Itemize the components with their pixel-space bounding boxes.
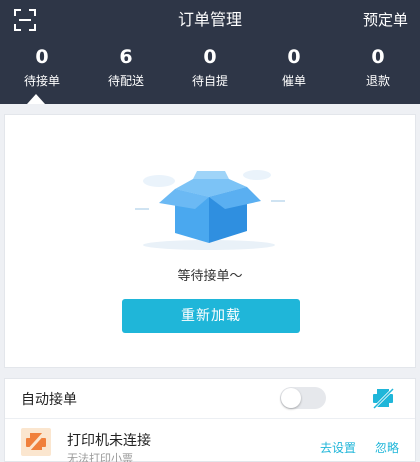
printer-status-title: 打印机未连接 [67, 433, 151, 449]
tab-label: 待接单 [23, 74, 60, 88]
printer-warning-icon [21, 428, 51, 456]
tab-label: 退款 [365, 74, 390, 88]
toggle-knob [281, 388, 301, 408]
tab-pending-pickup[interactable]: 0 待自提 [168, 44, 252, 94]
empty-orders-card: 等待接单～ 重新加载 [4, 114, 416, 368]
printer-status-subtitle: 无法打印小票 [67, 452, 133, 462]
printer-status-row: 打印机未连接 无法打印小票 去设置 忽略 [5, 420, 415, 462]
tab-label: 待自提 [191, 74, 228, 88]
ignore-link[interactable]: 忽略 [375, 439, 399, 456]
tab-count: 0 [35, 46, 49, 68]
page-title: 订单管理 [177, 10, 242, 29]
auto-accept-label: 自动接单 [21, 392, 77, 408]
printer-disconnected-icon[interactable] [372, 387, 394, 409]
tab-count: 0 [287, 46, 301, 68]
tab-refunds[interactable]: 0 退款 [336, 44, 420, 94]
auto-accept-row: 自动接单 [5, 379, 415, 419]
header-bar: 订单管理 预定单 0 待接单 6 待配送 0 待自提 0 催单 0 退款 [0, 0, 420, 104]
reload-button[interactable]: 重新加载 [122, 299, 300, 333]
settings-panel: 自动接单 打印机未连接 无法打印小票 去设置 忽略 [4, 378, 416, 462]
tab-label: 催单 [281, 74, 306, 88]
active-tab-indicator [27, 94, 45, 104]
auto-accept-toggle[interactable] [280, 387, 326, 409]
empty-state-message: 等待接单～ [177, 269, 243, 284]
empty-box-icon [135, 170, 285, 250]
tab-count: 0 [203, 46, 217, 68]
go-settings-link[interactable]: 去设置 [320, 439, 356, 456]
tab-pending-delivery[interactable]: 6 待配送 [84, 44, 168, 94]
tab-pending-accept[interactable]: 0 待接单 [0, 44, 84, 94]
order-status-tabs: 0 待接单 6 待配送 0 待自提 0 催单 0 退款 [0, 44, 420, 94]
tab-reminders[interactable]: 0 催单 [252, 44, 336, 94]
reserve-orders-link[interactable]: 预定单 [363, 9, 408, 31]
tab-count: 0 [371, 46, 385, 68]
tab-count: 6 [119, 46, 133, 68]
tab-label: 待配送 [107, 74, 144, 88]
